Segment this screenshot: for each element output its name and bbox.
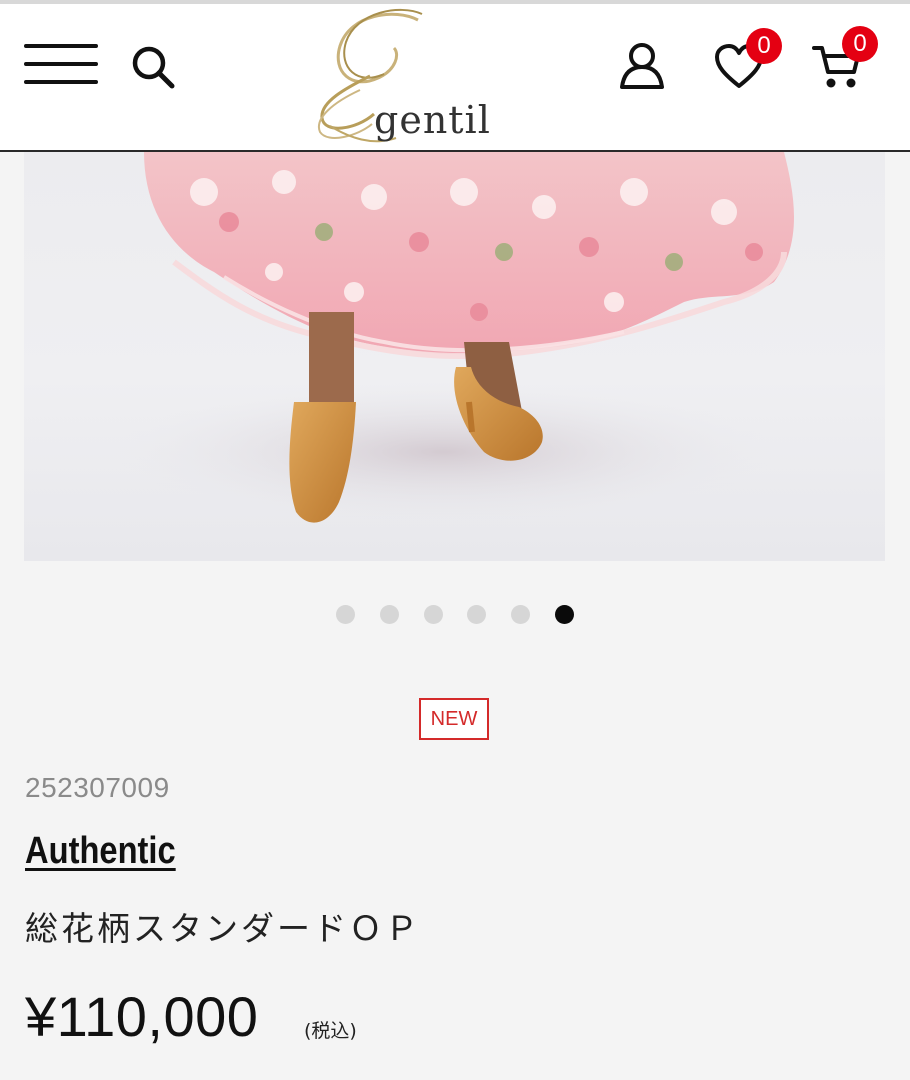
site-header: gentil 0 0 <box>0 0 910 152</box>
search-icon[interactable] <box>128 42 178 92</box>
cart-count-badge: 0 <box>842 26 878 62</box>
carousel-pagination <box>336 605 576 625</box>
menu-icon[interactable] <box>24 44 98 86</box>
tax-note: (税込) <box>304 1020 357 1042</box>
product-name: 総花柄スタンダードＯＰ <box>25 909 421 948</box>
account-icon[interactable] <box>616 42 668 92</box>
carousel-dot-3[interactable] <box>424 605 443 624</box>
product-photo[interactable] <box>24 152 885 561</box>
carousel-dot-6-active[interactable] <box>555 605 574 624</box>
wishlist-count-badge: 0 <box>746 28 782 64</box>
carousel-dot-5[interactable] <box>511 605 530 624</box>
header-top-border <box>0 0 910 4</box>
carousel-dot-2[interactable] <box>380 605 399 624</box>
wishlist-icon[interactable]: 0 <box>714 28 782 90</box>
product-sku: 252307009 <box>25 772 170 803</box>
carousel-dot-4[interactable] <box>467 605 486 624</box>
cart-icon[interactable]: 0 <box>810 26 878 92</box>
carousel-dot-1[interactable] <box>336 605 355 624</box>
product-price: ¥110,000 <box>25 985 259 1048</box>
brand-link[interactable]: Authentic <box>25 830 176 873</box>
logo-text: gentil <box>374 98 491 142</box>
new-badge: NEW <box>419 698 489 740</box>
